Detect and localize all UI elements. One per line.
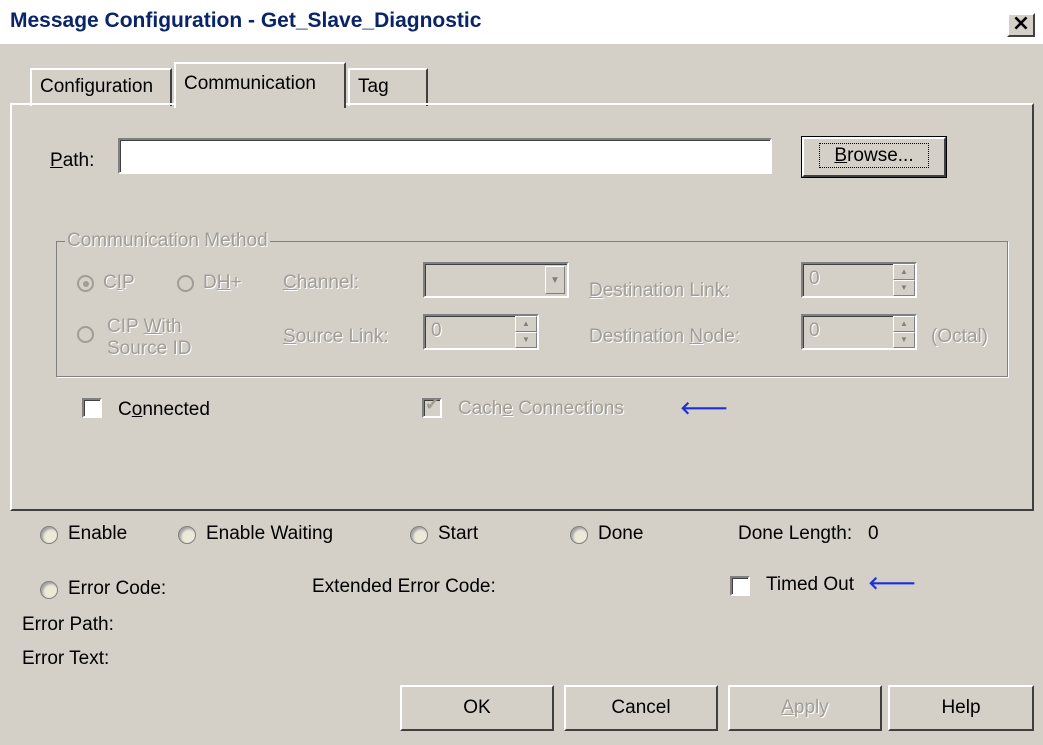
window-title: Message Configuration - Get_Slave_Diagno…: [10, 9, 482, 32]
source-link-input[interactable]: 0 ▲ ▼: [423, 314, 539, 350]
connected-label: Connected: [118, 399, 210, 420]
done-length-label: Done Length:: [738, 523, 853, 544]
destination-link-label: Destination Link:: [589, 280, 730, 301]
error-code-label: Error Code:: [68, 578, 167, 599]
communication-panel: Path: Browse... Communication Method CIP…: [10, 103, 1034, 511]
path-label: Path:: [50, 150, 95, 171]
enable-waiting-label: Enable Waiting: [206, 523, 334, 544]
dhplus-radio[interactable]: [177, 275, 194, 292]
dhplus-label: DH+: [203, 272, 242, 293]
error-text-label: Error Text:: [22, 648, 110, 669]
destination-link-spinner[interactable]: ▲ ▼: [893, 264, 915, 296]
cip-with-source-id-radio[interactable]: [77, 326, 94, 343]
destination-node-label: Destination Node:: [589, 326, 741, 347]
cache-connections-checkbox[interactable]: ✔: [422, 395, 442, 418]
channel-select[interactable]: ▼: [423, 262, 569, 298]
help-button[interactable]: Help: [888, 685, 1034, 731]
error-path-label: Error Path:: [22, 614, 114, 635]
cip-with-source-id-label: CIP With Source ID: [107, 316, 192, 359]
apply-button[interactable]: Apply: [728, 685, 882, 731]
check-icon: ✔: [425, 395, 440, 414]
close-button[interactable]: ×: [1007, 13, 1035, 37]
destination-node-input[interactable]: 0 ▲ ▼: [801, 314, 917, 350]
tab-configuration[interactable]: Configuration: [30, 68, 172, 106]
extended-error-code-label: Extended Error Code:: [312, 576, 496, 597]
communication-method-title: Communication Method: [65, 230, 270, 252]
destination-link-input[interactable]: 0 ▲ ▼: [801, 262, 917, 298]
cip-label: CIP: [103, 272, 135, 293]
destination-node-spinner[interactable]: ▲ ▼: [893, 316, 915, 348]
tab-tag[interactable]: Tag: [348, 68, 428, 106]
communication-method-group: Communication Method CIP DH+ Channel: ▼ …: [56, 230, 1008, 377]
start-label: Start: [438, 523, 479, 544]
done-length-value: 0: [868, 523, 879, 544]
source-link-spinner[interactable]: ▲ ▼: [515, 316, 537, 348]
error-code-indicator: [40, 581, 58, 599]
tab-communication[interactable]: Communication: [174, 62, 346, 108]
enable-waiting-indicator: [178, 526, 196, 544]
done-indicator: [570, 526, 588, 544]
start-indicator: [410, 526, 428, 544]
ok-button[interactable]: OK: [400, 685, 554, 731]
cache-connections-label: Cache Connections: [458, 398, 624, 419]
chevron-down-icon[interactable]: ▼: [545, 266, 565, 294]
octal-label: (Octal): [931, 326, 988, 347]
close-icon: ×: [1011, 11, 1031, 36]
cancel-button[interactable]: Cancel: [564, 685, 718, 731]
done-label: Done: [598, 523, 644, 544]
path-input[interactable]: [118, 138, 772, 174]
channel-label: Channel:: [283, 272, 360, 293]
title-bar: Message Configuration - Get_Slave_Diagno…: [0, 0, 1043, 44]
cip-radio[interactable]: [77, 275, 94, 292]
enable-label: Enable: [68, 523, 128, 544]
browse-button[interactable]: Browse...: [801, 136, 947, 178]
enable-indicator: [40, 526, 58, 544]
timed-out-checkbox[interactable]: [730, 576, 750, 596]
connected-checkbox[interactable]: [82, 398, 102, 418]
arrow-left-icon: 🡐: [868, 573, 917, 593]
message-configuration-dialog: Message Configuration - Get_Slave_Diagno…: [0, 0, 1043, 745]
source-link-label: Source Link:: [283, 326, 389, 347]
timed-out-label: Timed Out: [766, 574, 854, 595]
arrow-left-icon: 🡐: [680, 398, 729, 418]
